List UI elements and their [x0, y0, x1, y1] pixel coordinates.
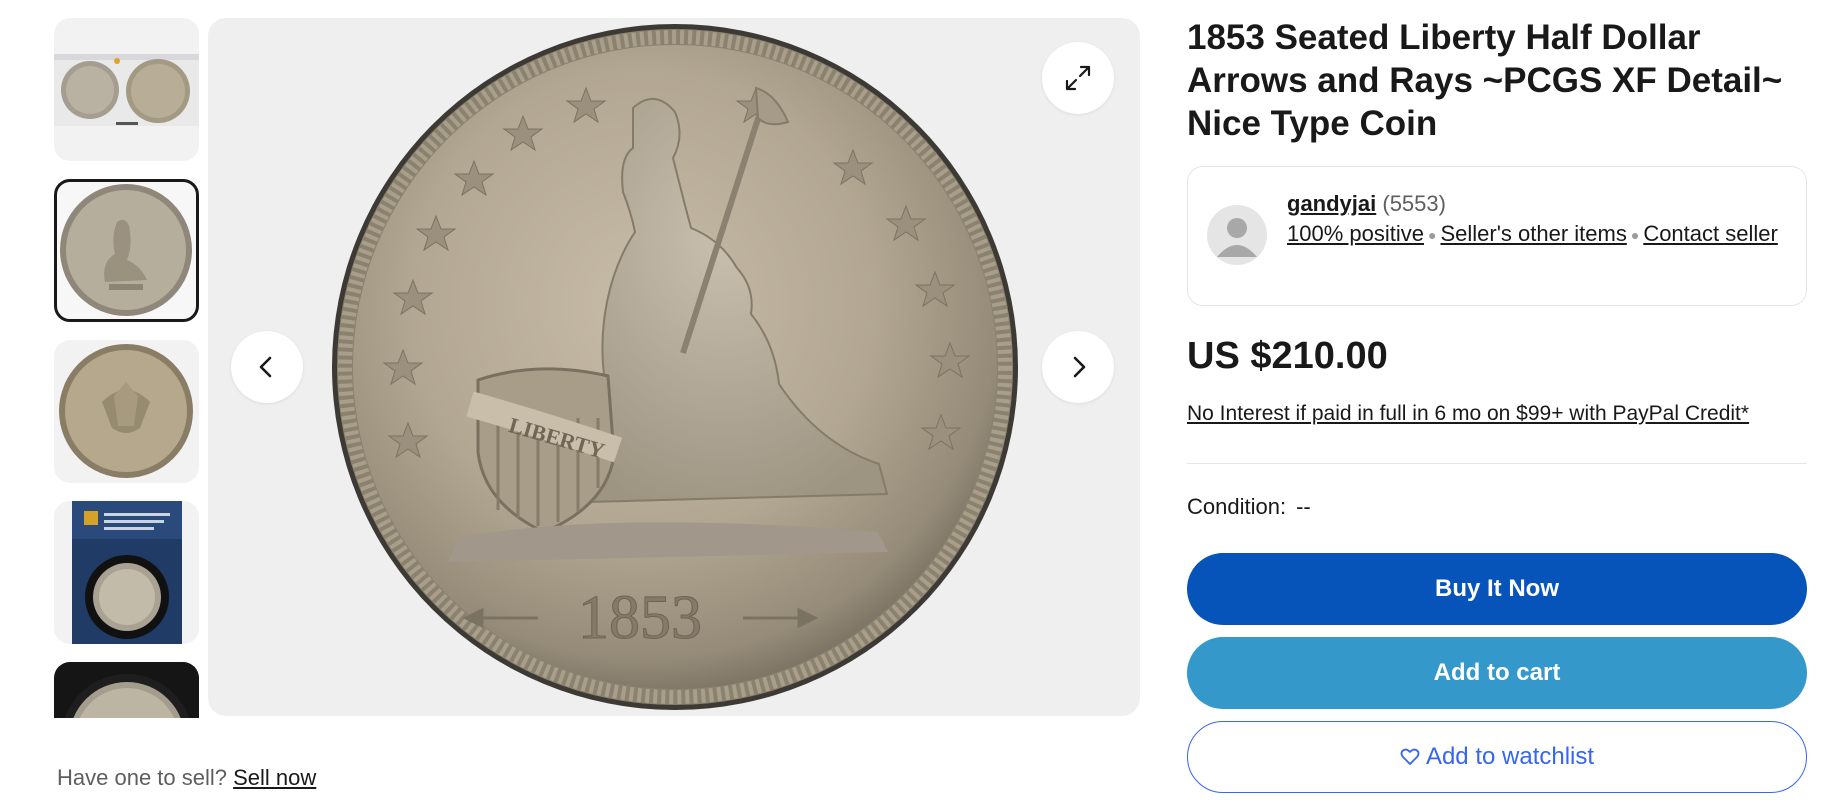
thumbnail-image	[59, 344, 193, 478]
expand-icon	[1065, 65, 1091, 91]
seller-info: gandyjai (5553) 100% positive ● Seller's o…	[1287, 189, 1787, 250]
sell-now-link[interactable]: Sell now	[233, 765, 316, 790]
next-image-button[interactable]	[1042, 331, 1114, 403]
buy-it-now-label: Buy It Now	[1435, 575, 1559, 602]
seller-positive-link[interactable]: 100% positive	[1287, 221, 1424, 246]
separator-dot: ●	[1630, 227, 1640, 244]
heart-icon	[1400, 748, 1420, 765]
add-to-cart-label: Add to cart	[1433, 659, 1561, 686]
thumbnail-image	[54, 501, 199, 644]
condition-value: --	[1296, 494, 1311, 519]
buy-it-now-button[interactable]: Buy It Now	[1187, 553, 1807, 625]
add-to-watchlist-button[interactable]: Add to watchlist	[1187, 721, 1807, 793]
paypal-credit-link[interactable]: No Interest if paid in full in 6 mo on $…	[1187, 402, 1749, 426]
chevron-left-icon	[259, 356, 272, 378]
thumbnail-2[interactable]	[54, 179, 199, 322]
seller-other-items-link[interactable]: Seller's other items	[1440, 221, 1626, 246]
thumbnail-strip	[54, 18, 199, 718]
price: US $210.00	[1187, 335, 1388, 377]
sell-prompt-text: Have one to sell?	[57, 765, 227, 790]
seller-card: gandyjai (5553) 100% positive ● Seller's o…	[1187, 166, 1807, 306]
thumbnail-4[interactable]	[54, 501, 199, 644]
expand-button[interactable]	[1042, 42, 1114, 114]
sell-prompt: Have one to sell? Sell now	[57, 765, 316, 791]
coin-date-text: 1853	[578, 584, 702, 652]
seller-feedback-count: (5553)	[1382, 191, 1446, 216]
chevron-right-icon	[1073, 356, 1086, 378]
thumbnail-5[interactable]	[54, 662, 199, 718]
seller-name-link[interactable]: gandyjai	[1287, 191, 1376, 216]
thumbnail-1[interactable]	[54, 18, 199, 161]
contact-seller-link[interactable]: Contact seller	[1643, 221, 1778, 246]
condition-row: Condition: --	[1187, 494, 1311, 520]
thumbnail-image	[54, 662, 199, 718]
add-to-cart-button[interactable]: Add to cart	[1187, 637, 1807, 709]
previous-image-button[interactable]	[231, 331, 303, 403]
user-icon	[1217, 218, 1257, 257]
avatar[interactable]	[1207, 205, 1267, 265]
divider	[1187, 463, 1807, 464]
thumbnail-3[interactable]	[54, 340, 199, 483]
main-image-viewer[interactable]: LIBERTY 1853	[208, 18, 1140, 716]
add-to-watchlist-label: Add to watchlist	[1425, 743, 1595, 770]
thumbnail-image	[60, 184, 192, 316]
listing-title: 1853 Seated Liberty Half Dollar Arrows a…	[1187, 18, 1783, 143]
separator-dot: ●	[1427, 227, 1437, 244]
condition-label: Condition:	[1187, 494, 1287, 519]
coin-image: LIBERTY 1853	[332, 24, 1018, 710]
thumbnail-image	[54, 54, 199, 126]
